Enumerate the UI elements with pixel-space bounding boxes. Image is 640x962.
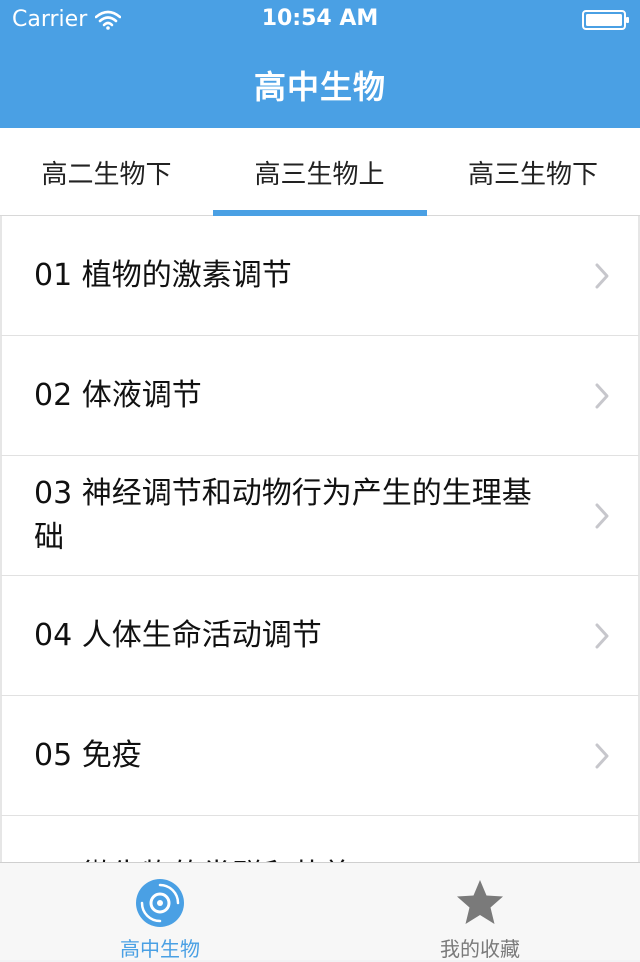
- list-item-label: 05 免疫: [34, 737, 142, 773]
- tab-bar-label: 我的收藏: [440, 937, 520, 961]
- status-time: 10:54 AM: [261, 6, 379, 31]
- list-item-label: 04 人体生命活动调节: [34, 617, 322, 653]
- tab-label: 高三生物下: [467, 159, 598, 190]
- tab-senior3-biology-2[interactable]: 高三生物下: [426, 128, 640, 216]
- chapter-list[interactable]: 01 植物的激素调节 02 体液调节 03 神经调节和动物行为产生的生理基础 0…: [0, 216, 640, 864]
- list-item[interactable]: 05 免疫: [0, 696, 640, 816]
- tab-label: 高三生物上: [254, 159, 385, 190]
- chevron-right-icon: [595, 383, 609, 408]
- list-item-label: 02 体液调节: [34, 377, 202, 413]
- list-item[interactable]: 02 体液调节: [0, 336, 640, 456]
- bottom-tab-bar: 高中生物 我的收藏: [0, 862, 640, 961]
- page-title: 高中生物: [253, 68, 386, 106]
- tab-senior3-biology-1[interactable]: 高三生物上: [213, 128, 426, 216]
- navigation-header: Carrier 10:54 AM 高中生物: [0, 0, 640, 128]
- star-icon: [457, 880, 503, 924]
- chevron-right-icon: [595, 623, 609, 648]
- tab-senior2-biology-2[interactable]: 高二生物下: [0, 128, 213, 216]
- list-item[interactable]: 06 微生物的类群和营养: [0, 816, 640, 864]
- disc-icon: [136, 879, 184, 927]
- chevron-right-icon: [595, 263, 609, 288]
- chevron-right-icon: [595, 743, 609, 768]
- segment-tabs: 高二生物下 高三生物上 高三生物下: [0, 128, 640, 216]
- list-item[interactable]: 01 植物的激素调节: [0, 216, 640, 336]
- tab-label: 高二生物下: [41, 159, 172, 190]
- list-item-label: 01 植物的激素调节: [34, 257, 292, 293]
- list-item[interactable]: 03 神经调节和动物行为产生的生理基础: [0, 456, 640, 576]
- chevron-right-icon: [595, 503, 609, 528]
- tab-bar-item-biology[interactable]: 高中生物: [0, 863, 320, 961]
- tab-bar-label: 高中生物: [120, 937, 200, 961]
- status-bar: Carrier 10:54 AM: [0, 0, 640, 40]
- list-item[interactable]: 04 人体生命活动调节: [0, 576, 640, 696]
- tab-bar-item-favorites[interactable]: 我的收藏: [320, 863, 640, 961]
- battery-icon: [582, 10, 629, 30]
- list-item-label: 03 神经调节和动物行为产生的生理基础: [34, 475, 532, 555]
